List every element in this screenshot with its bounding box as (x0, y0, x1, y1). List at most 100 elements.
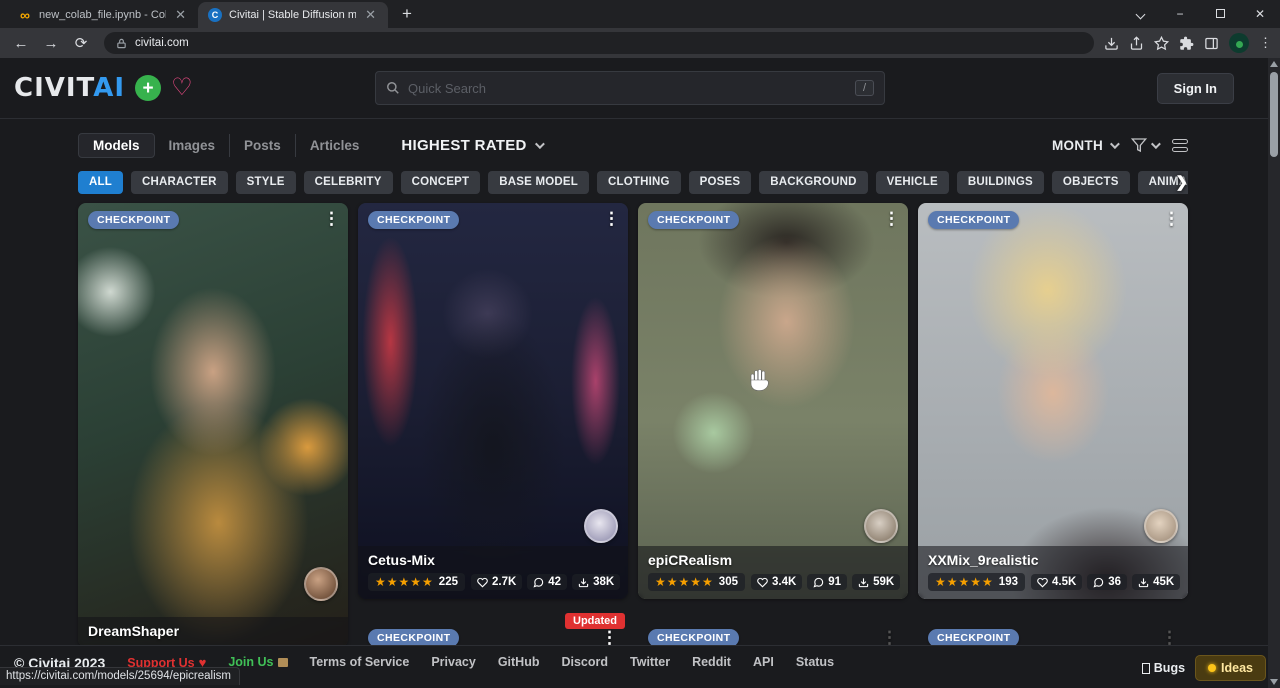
category-chips: ALL CHARACTER STYLE CELEBRITY CONCEPT BA… (78, 171, 1188, 194)
chip-clothing[interactable]: CLOTHING (597, 171, 681, 194)
chip-concept[interactable]: CONCEPT (401, 171, 481, 194)
maximize-button[interactable] (1200, 7, 1240, 21)
chip-vehicle[interactable]: VEHICLE (876, 171, 949, 194)
downloads-chip: 38K (572, 574, 620, 590)
browser-tab-colab[interactable]: ∞ new_colab_file.ipynb - Colaborat ✕ (8, 2, 198, 28)
card-stats: ★★★★★225 2.7K 42 38K (368, 573, 618, 591)
footer-link-status[interactable]: Status (796, 655, 834, 669)
chip-base-model[interactable]: BASE MODEL (488, 171, 589, 194)
footer-link-privacy[interactable]: Privacy (431, 655, 475, 669)
share-icon[interactable] (1129, 36, 1144, 51)
content-viewport: Models Images Posts Articles HIGHEST RAT… (0, 119, 1280, 645)
card-menu-icon[interactable]: ⋮ (1161, 630, 1178, 645)
comments-chip: 91 (807, 574, 847, 590)
comment-icon (1093, 577, 1104, 588)
tab-models[interactable]: Models (78, 133, 155, 158)
chip-buildings[interactable]: BUILDINGS (957, 171, 1044, 194)
search-input[interactable] (408, 81, 847, 96)
tab-close-icon[interactable]: ✕ (173, 7, 188, 23)
footer-link-reddit[interactable]: Reddit (692, 655, 731, 669)
new-tab-button[interactable]: + (396, 4, 418, 24)
close-window-button[interactable]: ✕ (1240, 7, 1280, 21)
bookmark-star-icon[interactable] (1154, 36, 1169, 51)
support-heart-icon[interactable]: ♡ (171, 76, 193, 100)
chrome-menu-icon[interactable]: ⋮ (1259, 35, 1272, 51)
sort-dropdown[interactable]: HIGHEST RATED (401, 137, 541, 154)
bugs-button[interactable]: Bugs (1142, 661, 1185, 675)
footer-link-api[interactable]: API (753, 655, 774, 669)
ideas-button[interactable]: Ideas (1195, 655, 1266, 681)
toolbar-icons: ⋮ (1104, 33, 1272, 53)
rating-chip: ★★★★★225 (368, 573, 465, 591)
model-card-partial[interactable]: CHECKPOINT ⋮ (918, 612, 1188, 645)
search-bar[interactable]: / (375, 71, 885, 105)
tab-close-icon[interactable]: ✕ (363, 7, 378, 23)
model-card-xxmix-9realistic[interactable]: CHECKPOINT ⋮ XXMix_9realistic ★★★★★193 4… (918, 203, 1188, 599)
reload-button[interactable]: ⟳ (68, 34, 94, 52)
forward-button[interactable]: → (38, 35, 64, 52)
chip-objects[interactable]: OBJECTS (1052, 171, 1130, 194)
creator-avatar[interactable] (864, 509, 898, 543)
chip-character[interactable]: CHARACTER (131, 171, 228, 194)
card-menu-icon[interactable]: ⋮ (883, 211, 900, 226)
model-card-dreamshaper[interactable]: CHECKPOINT ⋮ DreamShaper (78, 203, 348, 645)
site-header: CIVITAI + ♡ / Sign In (0, 58, 1280, 119)
url-text: civitai.com (135, 37, 189, 49)
chevron-down-icon (1110, 139, 1120, 149)
heart-icon (1037, 577, 1048, 588)
address-bar[interactable]: civitai.com (104, 32, 1094, 54)
model-title: XXMix_9realistic (928, 552, 1178, 568)
footer-link-terms[interactable]: Terms of Service (310, 655, 410, 669)
tab-posts[interactable]: Posts (229, 134, 295, 157)
card-menu-icon[interactable]: ⋮ (601, 630, 618, 645)
card-menu-icon[interactable]: ⋮ (1163, 211, 1180, 226)
download-icon (1138, 577, 1149, 588)
back-button[interactable]: ← (8, 35, 34, 52)
tab-images[interactable]: Images (155, 134, 230, 157)
card-menu-icon[interactable]: ⋮ (323, 211, 340, 226)
model-card-partial[interactable]: Updated CHECKPOINT ⋮ (358, 612, 628, 645)
model-card-partial[interactable]: CHECKPOINT ⋮ (638, 612, 908, 645)
creator-avatar[interactable] (304, 567, 338, 601)
model-card-epicrealism[interactable]: CHECKPOINT ⋮ epiCRealism ★★★★★305 3.4K 9… (638, 203, 908, 599)
tab-articles[interactable]: Articles (295, 134, 374, 157)
rating-count: 193 (999, 576, 1018, 588)
extensions-puzzle-icon[interactable] (1179, 36, 1194, 51)
footer-link-discord[interactable]: Discord (561, 655, 608, 669)
layout-toggle-button[interactable] (1172, 139, 1188, 152)
creator-avatar[interactable] (1144, 509, 1178, 543)
window-menu-chevron-icon[interactable] (1120, 7, 1160, 21)
likes-count: 3.4K (772, 576, 796, 588)
downloads-count: 45K (1153, 576, 1174, 588)
side-panel-icon[interactable] (1204, 36, 1219, 51)
period-dropdown[interactable]: MONTH (1052, 138, 1117, 153)
civitai-logo[interactable]: CIVITAI (14, 73, 125, 103)
browser-tab-civitai[interactable]: C Civitai | Stable Diffusion models, ✕ (198, 2, 388, 28)
chip-celebrity[interactable]: CELEBRITY (304, 171, 393, 194)
civitai-page: CIVITAI + ♡ / Sign In Models Images Post… (0, 58, 1280, 688)
footer-link-github[interactable]: GitHub (498, 655, 540, 669)
footer-link-twitter[interactable]: Twitter (630, 655, 670, 669)
sign-in-button[interactable]: Sign In (1157, 73, 1234, 104)
downloads-icon[interactable] (1104, 36, 1119, 51)
chip-all[interactable]: ALL (78, 171, 123, 194)
tab-strip: ∞ new_colab_file.ipynb - Colaborat ✕ C C… (0, 0, 1280, 28)
minimize-button[interactable]: − (1160, 7, 1200, 21)
card-menu-icon[interactable]: ⋮ (603, 211, 620, 226)
chips-scroll-right-icon[interactable]: ❯ (1175, 173, 1188, 191)
model-card-cetus-mix[interactable]: CHECKPOINT ⋮ Cetus-Mix ★★★★★225 2.7K 42 … (358, 203, 628, 599)
filter-dropdown[interactable] (1131, 137, 1158, 153)
chip-style[interactable]: STYLE (236, 171, 296, 194)
scroll-up-arrow-icon[interactable] (1270, 61, 1278, 67)
profile-avatar[interactable] (1229, 33, 1249, 53)
chip-poses[interactable]: POSES (689, 171, 752, 194)
model-grid: CHECKPOINT ⋮ DreamShaper CHECKPOINT ⋮ (78, 203, 1188, 645)
card-menu-icon[interactable]: ⋮ (881, 630, 898, 645)
chip-background[interactable]: BACKGROUND (759, 171, 867, 194)
scroll-down-arrow-icon[interactable] (1270, 679, 1278, 685)
scrollbar-thumb[interactable] (1270, 72, 1278, 157)
likes-chip: 3.4K (751, 574, 802, 590)
creator-avatar[interactable] (584, 509, 618, 543)
upload-plus-button[interactable]: + (135, 75, 161, 101)
page-scrollbar[interactable] (1268, 58, 1280, 688)
